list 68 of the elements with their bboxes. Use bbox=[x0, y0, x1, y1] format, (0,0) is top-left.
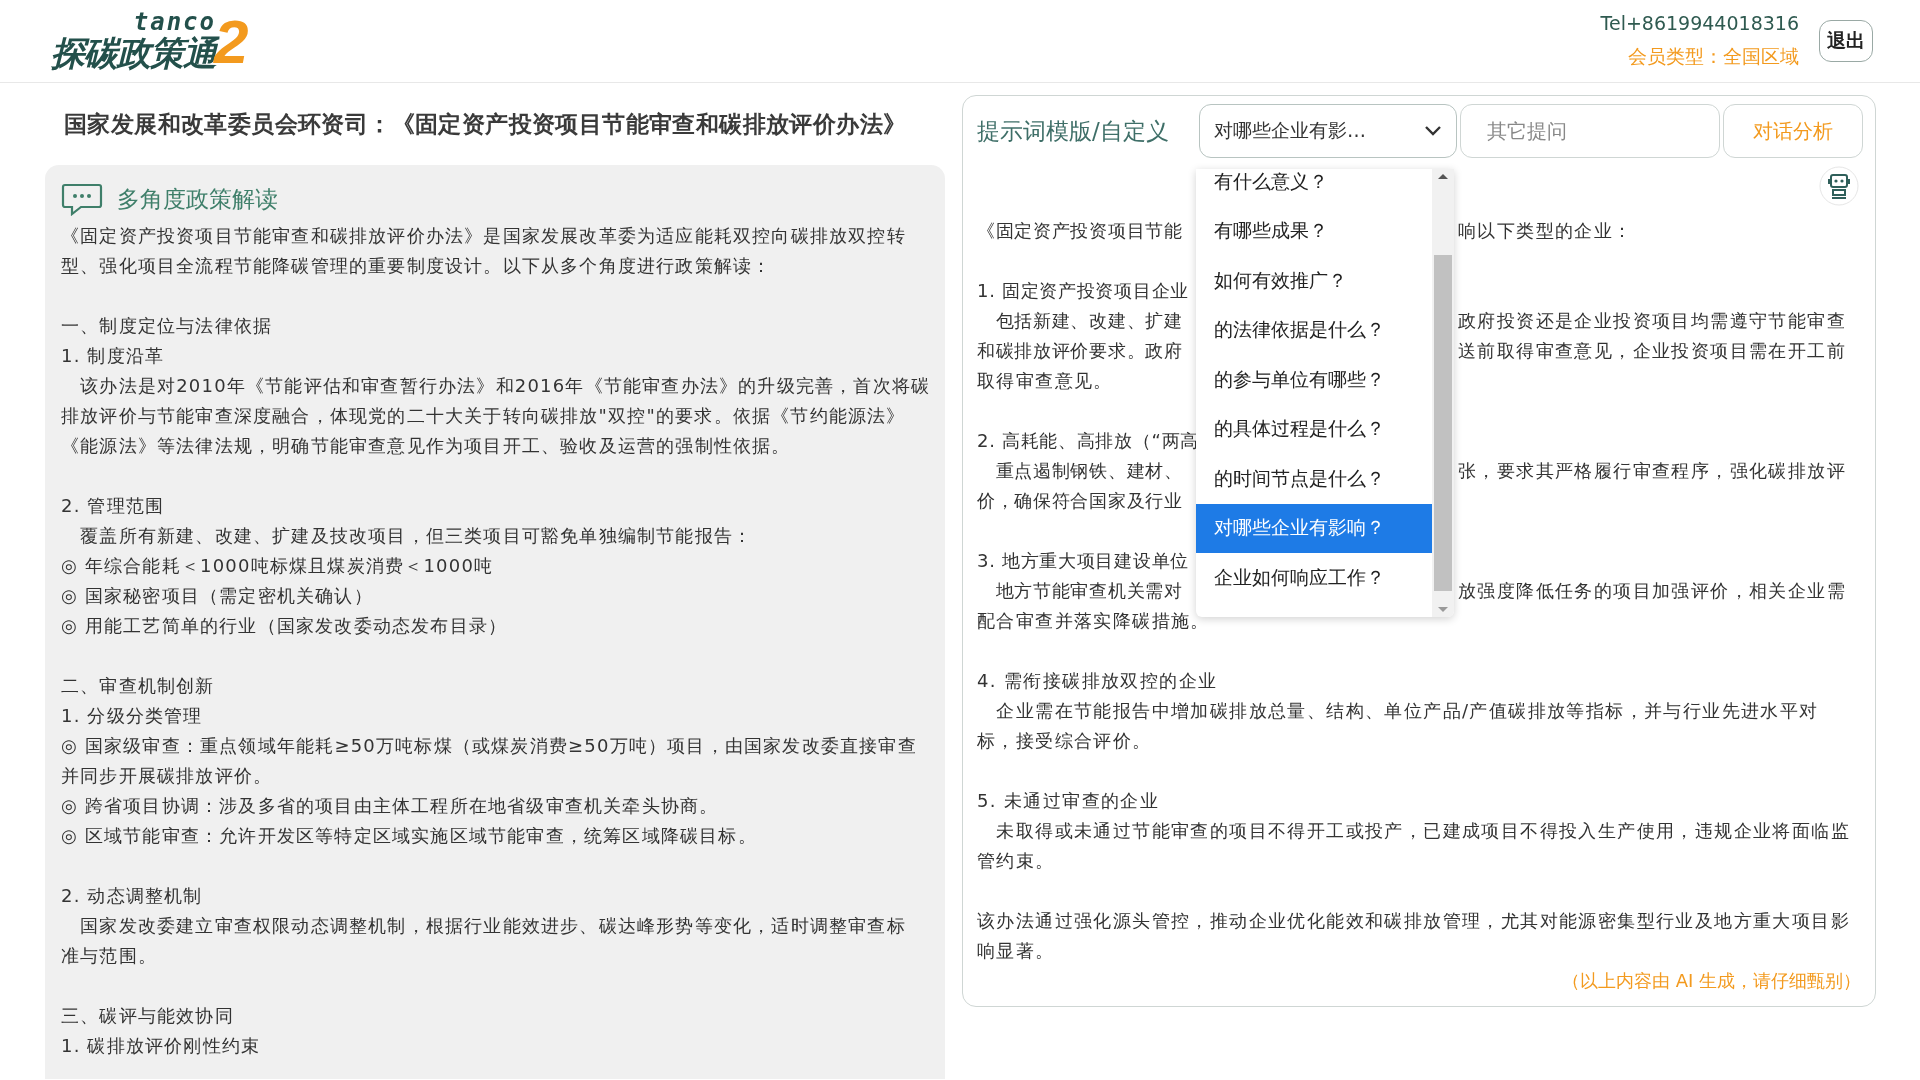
text-line: 未取得或未通过节能审查的项目不得开工或投产，已建成项目不得投入生产使用，违规企业将面临监 bbox=[995, 819, 1850, 843]
text-line: 企业需在节能报告中增加碳排放总量、结构、单位产品/产值碳排放等指标，并与行业先进水平对 bbox=[995, 699, 1819, 723]
text-line: ◎ 年综合能耗＜1000吨标煤且煤炭消费＜1000吨 bbox=[61, 554, 494, 578]
text-line: ◎ 国家秘密项目（需定密机关确认） bbox=[61, 584, 373, 608]
prompt-option[interactable]: 企业如何响应工作？ bbox=[1196, 553, 1432, 603]
text-line: 重点遏制钢铁、建材、 bbox=[994, 459, 1183, 483]
prompt-option[interactable]: 如何有效推广？ bbox=[1196, 256, 1432, 306]
text-line: 2. 动态调整机制 bbox=[61, 884, 203, 908]
text-line: 包括新建、改建、扩建 bbox=[994, 309, 1183, 333]
text-line: 政府投资还是企业投资项目均需遵守节能审查 bbox=[1458, 309, 1846, 333]
text-line: 响以下类型的企业： bbox=[1458, 219, 1633, 243]
prompt-option[interactable]: 对哪些企业有影响？ bbox=[1196, 503, 1432, 553]
prompt-option[interactable]: 的参与单位有哪些？ bbox=[1196, 355, 1432, 405]
text-line: 响显著。 bbox=[977, 939, 1055, 963]
membership-type: 会员类型：全国区域 bbox=[1628, 44, 1799, 69]
text-line: 3. 地方重大项目建设单位 bbox=[977, 549, 1189, 573]
text-line: ◎ 区域节能审查：允许开发区等特定区域实施区域节能审查，统筹区域降碳目标。 bbox=[61, 824, 757, 848]
text-line: 并同步开展碳排放评价。 bbox=[61, 764, 273, 788]
text-line: 《固定资产投资项目节能审查和碳排放评价办法》是国家发展改革委为适应能耗双控向碳排放双控转 bbox=[61, 224, 906, 248]
text-line: 型、强化项目全流程节能降碳管理的重要制度设计。以下从多个角度进行政策解读： bbox=[61, 254, 772, 278]
text-line: 送前取得审查意见，企业投资项目需在开工前 bbox=[1458, 339, 1846, 363]
question-field[interactable]: 其它提问 bbox=[1460, 104, 1720, 158]
text-line: 配合审查并落实降碳措施。 bbox=[977, 609, 1210, 633]
text-line: 《能源法》等法律法规，明确节能审查意见作为项目开工、验收及运营的强制性依据。 bbox=[61, 434, 791, 458]
text-line: 准与范围。 bbox=[61, 944, 157, 968]
text-line: 该办法是对2010年《节能评估和审查暂行办法》和2016年《节能审查办法》的升级完善，首次将碳 bbox=[79, 374, 931, 398]
text-line: 和碳排放评价要求。政府 bbox=[977, 339, 1183, 363]
text-line: 1. 固定资产投资项目企业 bbox=[977, 279, 1189, 303]
text-line: 2. 管理范围 bbox=[61, 494, 165, 518]
text-line: 标，接受综合评价。 bbox=[977, 729, 1152, 753]
logo-latin-text: tanco bbox=[133, 10, 216, 34]
prompt-label: 提示词模版/自定义 bbox=[977, 116, 1170, 146]
text-line: 5. 未通过审查的企业 bbox=[977, 789, 1160, 813]
text-line: 1. 制度沿革 bbox=[61, 344, 165, 368]
chat-bubble-icon bbox=[61, 182, 103, 216]
text-line: ◎ 用能工艺简单的行业（国家发改委动态发布目录） bbox=[61, 614, 508, 638]
text-line: 4. 需衔接碳排放双控的企业 bbox=[977, 669, 1218, 693]
text-line: 排放评价与节能审查深度融合，体现党的二十大关于转向碳排放"双控"的要求。依据《节约能源法》 bbox=[61, 404, 906, 428]
prompt-option[interactable]: 有哪些成果？ bbox=[1196, 206, 1432, 256]
section-heading: 多角度政策解读 bbox=[117, 184, 278, 214]
text-line: 三、碳评与能效协同 bbox=[61, 1004, 234, 1028]
text-line: ◎ 国家级审查：重点领域年能耗≥50万吨标煤（或煤炭消费≥50万吨）项目，由国家发改委直接审查 bbox=[61, 734, 917, 758]
scrollbar[interactable] bbox=[1432, 169, 1454, 617]
text-line: 管约束。 bbox=[977, 849, 1055, 873]
text-line: 国家发改委建立审查权限动态调整机制，根据行业能效进步、碳达峰形势等变化，适时调整审查标 bbox=[79, 914, 906, 938]
text-line: ◎ 跨省项目协调：涉及多省的项目由主体工程所在地省级审查机关牵头协商。 bbox=[61, 794, 719, 818]
article-title: 国家发展和改革委员会环资司：《固定资产投资项目节能审查和碳排放评价办法》 bbox=[63, 109, 908, 139]
robot-icon bbox=[1819, 166, 1859, 206]
prompt-select[interactable]: 对哪些企业有影… bbox=[1199, 104, 1457, 158]
ai-disclaimer: （以上内容由 AI 生成，请仔细甄别） bbox=[1560, 969, 1861, 993]
text-line: 二、审查机制创新 bbox=[61, 674, 215, 698]
prompt-option[interactable]: 的时间节点是什么？ bbox=[1196, 454, 1432, 504]
chevron-down-icon bbox=[1424, 125, 1442, 137]
text-line: 张，要求其严格履行审查程序，强化碳排放评 bbox=[1458, 459, 1846, 483]
text-line: 地方节能审查机关需对 bbox=[994, 579, 1183, 603]
text-line: 《固定资产投资项目节能 bbox=[977, 219, 1183, 243]
text-line: 价，确保符合国家及行业 bbox=[977, 489, 1183, 513]
prompt-option[interactable]: 的法律依据是什么？ bbox=[1196, 305, 1432, 355]
text-line: 一、制度定位与法律依据 bbox=[61, 314, 273, 338]
text-line: 该办法通过强化源头管控，推动企业优化能效和碳排放管理，尤其对能源密集型行业及地方重大项目影 bbox=[977, 909, 1850, 933]
phone-number: Tel+8619944018316 bbox=[1600, 12, 1799, 34]
prompt-option[interactable]: 有什么意义？ bbox=[1196, 169, 1432, 207]
logout-button[interactable]: 退出 bbox=[1819, 20, 1873, 62]
text-line: 放强度降低任务的项目加强评价，相关企业需 bbox=[1458, 579, 1846, 603]
text-line: 1. 分级分类管理 bbox=[61, 704, 203, 728]
text-line: 1. 碳排放评价刚性约束 bbox=[61, 1034, 261, 1058]
text-line: 覆盖所有新建、改建、扩建及技改项目，但三类项目可豁免单独编制节能报告： bbox=[79, 524, 753, 548]
text-line: 取得审查意见。 bbox=[977, 369, 1113, 393]
